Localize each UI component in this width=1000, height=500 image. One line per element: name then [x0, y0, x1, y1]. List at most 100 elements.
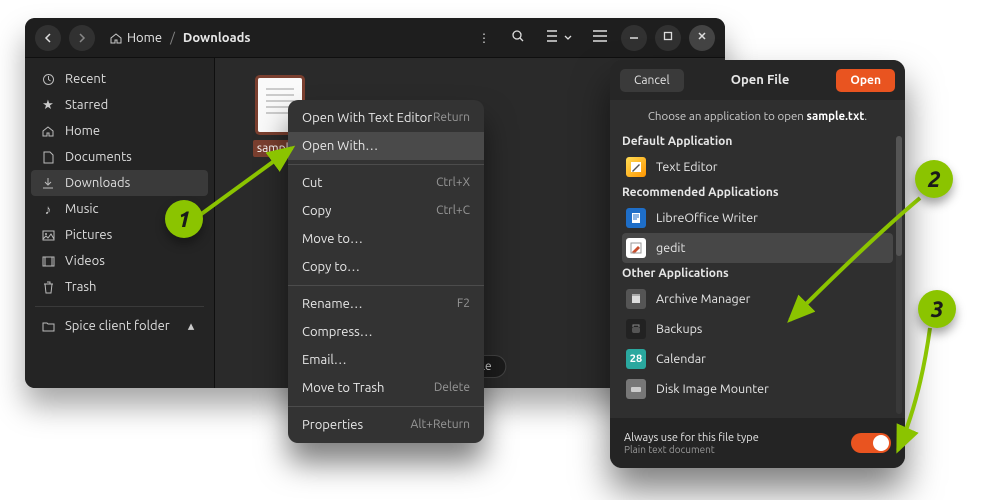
- breadcrumb-home[interactable]: Home: [109, 31, 162, 45]
- app-label: Archive Manager: [656, 292, 750, 306]
- minimize-icon: [629, 31, 639, 44]
- context-menu: Open With Text Editor Return Open With… …: [288, 100, 484, 443]
- search-icon: [511, 29, 525, 46]
- section-recommended: Recommended Applications: [622, 186, 893, 199]
- ctx-separator: [288, 406, 484, 407]
- view-mode-button[interactable]: [539, 25, 579, 51]
- app-label: LibreOffice Writer: [656, 211, 758, 225]
- dialog-body: Default Application Text Editor Recommen…: [610, 131, 905, 421]
- annotation-badge-1: 1: [165, 200, 203, 238]
- breadcrumb-downloads[interactable]: Downloads: [183, 31, 251, 45]
- footer-sub: Plain text document: [624, 444, 759, 455]
- sidebar-item-downloads[interactable]: Downloads: [31, 170, 208, 196]
- section-other: Other Applications: [622, 267, 893, 280]
- eject-icon[interactable]: ▴: [184, 319, 198, 333]
- picture-icon: [41, 228, 55, 242]
- ctx-accel: F2: [457, 297, 470, 311]
- ctx-accel: Ctrl+X: [436, 176, 470, 190]
- backups-icon: [626, 319, 646, 339]
- sidebar-label: Music: [65, 202, 99, 216]
- annotation-badge-3: 3: [918, 290, 956, 328]
- sidebar-item-home[interactable]: Home: [25, 118, 214, 144]
- calendar-icon: 28: [626, 349, 646, 369]
- sidebar-item-documents[interactable]: Documents: [25, 144, 214, 170]
- video-icon: [41, 254, 55, 268]
- ctx-rename[interactable]: Rename… F2: [288, 290, 484, 318]
- app-text-editor[interactable]: Text Editor: [622, 152, 893, 182]
- ctx-trash[interactable]: Move to Trash Delete: [288, 374, 484, 402]
- dialog-scrollbar[interactable]: [896, 136, 902, 414]
- ctx-copy[interactable]: Copy Ctrl+C: [288, 197, 484, 225]
- annotation-badge-2: 2: [915, 160, 953, 198]
- ctx-accel: Delete: [434, 381, 470, 395]
- ctx-label: Properties: [302, 418, 363, 432]
- ctx-move-to[interactable]: Move to…: [288, 225, 484, 253]
- sidebar-item-starred[interactable]: ★ Starred: [25, 92, 214, 118]
- document-icon: [41, 150, 55, 164]
- ctx-label: Copy: [302, 204, 331, 218]
- app-archive[interactable]: Archive Manager: [622, 284, 893, 314]
- trash-icon: [41, 280, 55, 294]
- app-label: gedit: [656, 241, 685, 255]
- archive-icon: [626, 289, 646, 309]
- ctx-label: Open With Text Editor: [302, 111, 432, 125]
- app-gedit[interactable]: gedit: [622, 233, 893, 263]
- ctx-accel: Alt+Return: [411, 418, 470, 432]
- breadcrumb-separator: /: [170, 31, 175, 45]
- ctx-accel: Return: [433, 111, 470, 125]
- cancel-button[interactable]: Cancel: [620, 69, 684, 92]
- window-maximize-button[interactable]: [655, 25, 681, 51]
- ctx-email[interactable]: Email…: [288, 346, 484, 374]
- path-menu-button[interactable]: ⋮: [471, 25, 497, 51]
- ctx-copy-to[interactable]: Copy to…: [288, 253, 484, 281]
- breadcrumb-home-label: Home: [127, 31, 162, 45]
- open-file-dialog: Cancel Open File Open Choose an applicat…: [610, 60, 905, 468]
- sidebar-item-trash[interactable]: Trash: [25, 274, 214, 300]
- ctx-label: Copy to…: [302, 260, 360, 274]
- hamburger-menu-button[interactable]: [587, 25, 613, 51]
- ctx-separator: [288, 285, 484, 286]
- ctx-compress[interactable]: Compress…: [288, 318, 484, 346]
- ctx-label: Move to…: [302, 232, 363, 246]
- lowriter-icon: [626, 208, 646, 228]
- sidebar-label: Spice client folder: [65, 319, 170, 333]
- sidebar-label: Home: [65, 124, 100, 138]
- list-icon: [547, 30, 561, 45]
- close-icon: [697, 31, 707, 44]
- scrollbar-thumb[interactable]: [896, 136, 902, 256]
- sidebar-item-recent[interactable]: Recent: [25, 66, 214, 92]
- sidebar-label: Pictures: [65, 228, 112, 242]
- app-lowriter[interactable]: LibreOffice Writer: [622, 203, 893, 233]
- ctx-label: Compress…: [302, 325, 373, 339]
- music-icon: ♪: [41, 202, 55, 216]
- download-icon: [41, 176, 55, 190]
- search-button[interactable]: [505, 25, 531, 51]
- nav-back-button[interactable]: [35, 25, 61, 51]
- always-use-toggle[interactable]: [851, 433, 891, 453]
- ctx-properties[interactable]: Properties Alt+Return: [288, 411, 484, 439]
- ctx-open-with[interactable]: Open With…: [288, 132, 484, 160]
- open-button[interactable]: Open: [836, 69, 895, 92]
- app-backups[interactable]: Backups: [622, 314, 893, 344]
- ctx-accel: Ctrl+C: [436, 204, 470, 218]
- text-editor-icon: [626, 157, 646, 177]
- app-label: Text Editor: [656, 160, 718, 174]
- ctx-cut[interactable]: Cut Ctrl+X: [288, 169, 484, 197]
- app-disk-image[interactable]: Disk Image Mounter: [622, 374, 893, 404]
- app-label: Backups: [656, 322, 702, 336]
- app-calendar[interactable]: 28 Calendar: [622, 344, 893, 374]
- app-label: Calendar: [656, 352, 706, 366]
- ctx-open-with-editor[interactable]: Open With Text Editor Return: [288, 104, 484, 132]
- sidebar-label: Starred: [65, 98, 108, 112]
- sidebar-item-spice[interactable]: Spice client folder ▴: [25, 313, 214, 339]
- nav-forward-button[interactable]: [69, 25, 95, 51]
- ctx-label: Open With…: [302, 139, 378, 153]
- chevron-down-icon: [564, 31, 572, 44]
- window-close-button[interactable]: [689, 25, 715, 51]
- sidebar-label: Videos: [65, 254, 105, 268]
- window-minimize-button[interactable]: [621, 25, 647, 51]
- breadcrumb-downloads-label: Downloads: [183, 31, 251, 45]
- ctx-separator: [288, 164, 484, 165]
- sidebar-item-videos[interactable]: Videos: [25, 248, 214, 274]
- dialog-sub-file: sample.txt: [807, 110, 865, 123]
